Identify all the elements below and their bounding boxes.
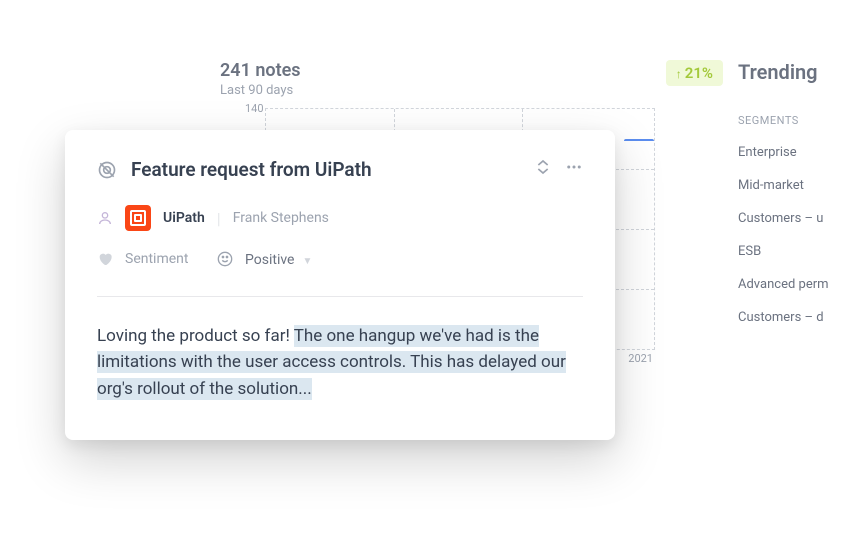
sentiment-dropdown[interactable]: Positive ▼ [245, 249, 312, 268]
sidebar-item-enterprise[interactable]: Enterprise [738, 145, 838, 160]
smiley-icon [217, 251, 233, 267]
company-name[interactable]: UiPath [163, 210, 205, 226]
stats-subtitle: Last 90 days [220, 83, 301, 98]
meta-divider: | [217, 209, 221, 228]
sidebar-item-esb[interactable]: ESB [738, 244, 838, 259]
sidebar-item-midmarket[interactable]: Mid-market [738, 178, 838, 193]
card-divider [97, 296, 583, 297]
x-axis-end: 2021 [628, 352, 653, 365]
collapse-icon[interactable] [535, 159, 551, 180]
target-icon [97, 160, 117, 180]
sidebar-item-advanced-perm[interactable]: Advanced perm [738, 277, 838, 292]
sidebar-sublabel: SEGMENTS [738, 114, 838, 127]
company-row: UiPath | Frank Stephens [97, 205, 583, 231]
note-body-plain: Loving the product so far! [97, 326, 294, 346]
note-card: Feature request from UiPath UiPath | Fra… [65, 130, 615, 440]
card-header: Feature request from UiPath [97, 158, 583, 181]
person-icon [97, 210, 113, 226]
chart-line-segment [624, 139, 654, 149]
sidebar: Trending SEGMENTS Enterprise Mid-market … [738, 60, 843, 343]
more-icon[interactable] [565, 158, 583, 181]
y-axis-max: 140 [245, 102, 264, 115]
sentiment-label: Sentiment [125, 251, 205, 267]
trend-badge: 21% [666, 60, 723, 86]
card-title: Feature request from UiPath [131, 158, 521, 181]
heart-icon [97, 251, 113, 267]
sidebar-item-customers-u[interactable]: Customers – u [738, 211, 838, 226]
contact-name[interactable]: Frank Stephens [233, 210, 329, 226]
sidebar-item-customers-d[interactable]: Customers – d [738, 310, 838, 325]
sentiment-row: Sentiment Positive ▼ [97, 249, 583, 268]
company-logo [125, 205, 151, 231]
sidebar-heading: Trending [738, 60, 838, 84]
stats-title: 241 notes [220, 60, 301, 81]
sentiment-value: Positive [245, 252, 294, 268]
chevron-down-icon: ▼ [302, 256, 312, 267]
note-body: Loving the product so far! The one hangu… [97, 323, 583, 402]
stats-header: 241 notes Last 90 days [220, 60, 301, 98]
